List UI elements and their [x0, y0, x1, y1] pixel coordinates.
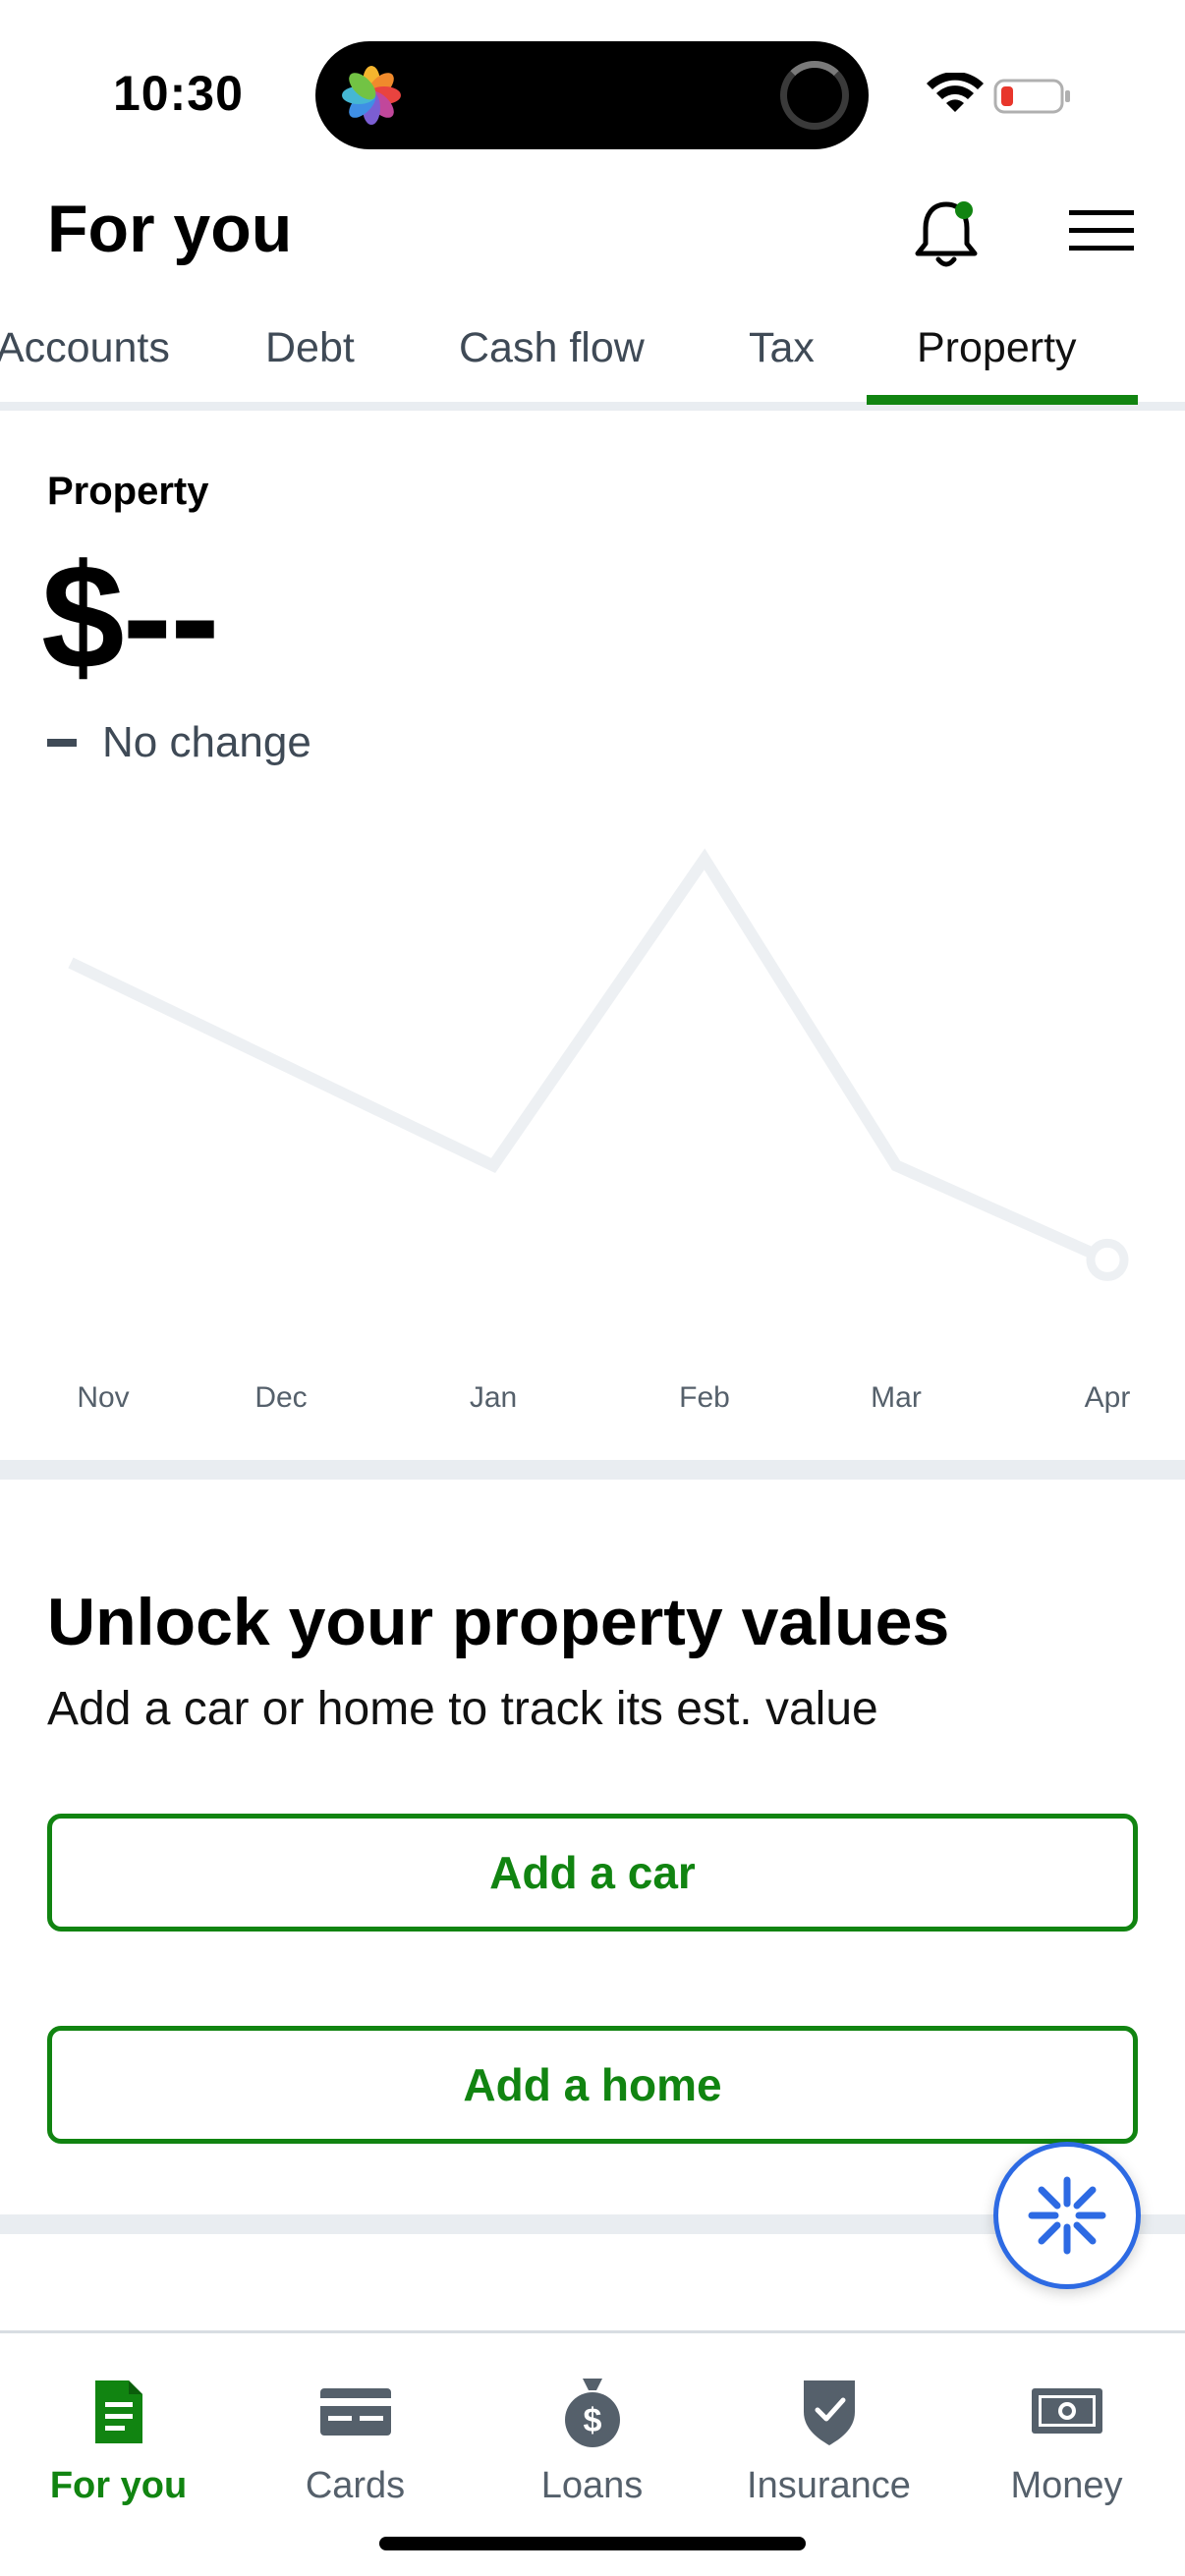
nav-label: Insurance	[747, 2465, 911, 2506]
nav-money[interactable]: Money	[948, 2333, 1185, 2530]
photos-icon	[342, 66, 401, 125]
tab-accounts[interactable]: Accounts	[0, 324, 170, 372]
section-label: Property	[47, 470, 209, 513]
activity-indicator	[780, 61, 849, 130]
sparkle-icon	[1028, 2176, 1106, 2255]
battery-icon	[993, 79, 1070, 114]
x-axis-tick-label: Nov	[77, 1381, 129, 1414]
tab-tax[interactable]: Tax	[749, 324, 815, 372]
bell-icon[interactable]	[912, 196, 981, 269]
x-axis-tick-label: Dec	[254, 1381, 307, 1414]
x-axis-tick-label: Mar	[871, 1381, 922, 1414]
nav-loans[interactable]: $ Loans	[474, 2333, 710, 2530]
change-indicator: No change	[47, 713, 311, 772]
nav-label: For you	[49, 2465, 188, 2506]
page-title: For you	[47, 192, 293, 266]
wifi-icon	[927, 73, 984, 112]
chart-end-point	[1086, 1238, 1129, 1281]
nav-label: Money	[1010, 2465, 1123, 2506]
x-axis-tick-label: Jan	[470, 1381, 517, 1414]
x-axis-tick-label: Feb	[679, 1381, 730, 1414]
shield-check-icon	[790, 2373, 869, 2451]
add-home-button[interactable]: Add a home	[47, 2026, 1138, 2144]
nav-for-you[interactable]: For you	[0, 2333, 237, 2530]
section-divider	[0, 1460, 1185, 1480]
nav-cards[interactable]: Cards	[237, 2333, 474, 2530]
home-indicator	[379, 2537, 806, 2550]
x-axis-tick-label: Apr	[1085, 1381, 1131, 1414]
assistant-button[interactable]	[993, 2142, 1141, 2289]
nav-label: Cards	[305, 2465, 406, 2506]
notification-dot	[955, 201, 973, 219]
add-car-button[interactable]: Add a car	[47, 1814, 1138, 1932]
active-tab-indicator	[867, 395, 1138, 405]
chart-line	[68, 848, 1110, 1265]
status-bar: 10:30	[0, 0, 1185, 187]
card-icon	[316, 2373, 395, 2451]
property-chart: Nov Dec Jan Feb Mar Apr	[68, 848, 1131, 1414]
nav-insurance[interactable]: Insurance	[710, 2333, 947, 2530]
svg-text:$: $	[583, 2402, 601, 2439]
dynamic-island	[315, 41, 869, 149]
nav-label: Loans	[540, 2465, 644, 2506]
property-amount: $--	[41, 533, 220, 700]
unlock-title: Unlock your property values	[47, 1585, 950, 1659]
tab-property[interactable]: Property	[917, 324, 1077, 372]
status-time: 10:30	[113, 66, 244, 121]
money-bag-icon: $	[553, 2373, 632, 2451]
tab-cash-flow[interactable]: Cash flow	[459, 324, 645, 372]
dash-icon	[47, 739, 77, 747]
tab-bar: Accounts Debt Cash flow Tax Property	[0, 295, 1185, 411]
change-text: No change	[102, 718, 311, 766]
cash-icon	[1028, 2373, 1106, 2451]
document-icon	[80, 2373, 158, 2451]
unlock-subtitle: Add a car or home to track its est. valu…	[47, 1683, 878, 1735]
tab-debt[interactable]: Debt	[265, 324, 355, 372]
menu-icon[interactable]	[1067, 206, 1136, 255]
